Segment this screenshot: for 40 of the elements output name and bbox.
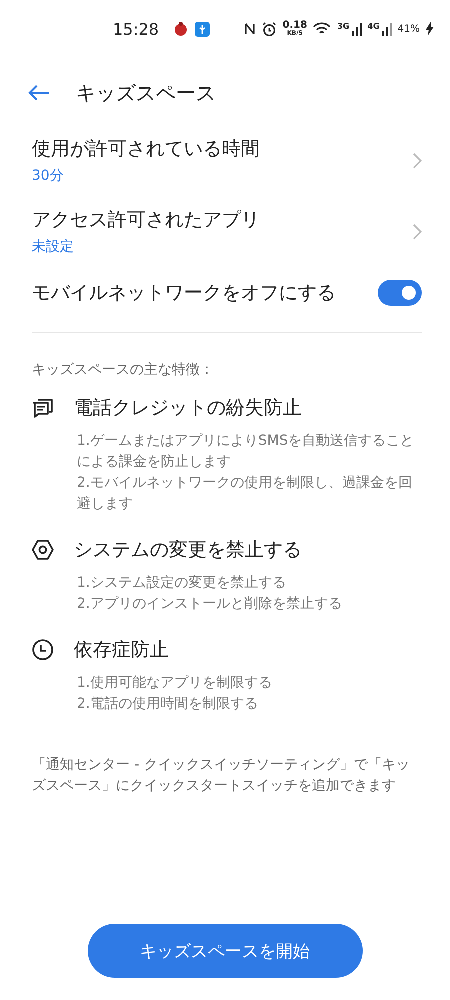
setting-label: 使用が許可されている時間 — [32, 137, 260, 162]
chevron-icon — [413, 152, 422, 168]
nfc-icon — [244, 22, 256, 36]
charging-icon — [426, 22, 434, 36]
settings-item[interactable]: 使用が許可されている時間 30分 — [32, 136, 422, 185]
setting-label: アクセス許可されたアプリ — [32, 208, 260, 233]
network-type: 4G — [368, 22, 380, 31]
toggle-switch[interactable] — [378, 280, 422, 306]
alarm-icon — [262, 22, 277, 36]
section-heading: キッズスペースの主な特徴： — [31, 361, 215, 380]
settings-item[interactable]: アクセス許可されたアプリ 未設定 — [32, 207, 422, 256]
network-type: 3G — [337, 22, 350, 31]
chevron-icon — [413, 224, 422, 240]
feature-description: 2.電話の使用時間を制限する — [77, 695, 260, 714]
speed-value: 0.18 — [282, 21, 308, 31]
hexagon-nut-icon — [32, 539, 54, 561]
feature-description: 1.ゲームまたはアプリによりSMSを自動送信することによる課金を防止します — [77, 432, 416, 472]
feature-title: システムの変更を禁止する — [74, 538, 302, 563]
battery-level: 41% — [398, 24, 420, 34]
back-icon[interactable] — [28, 85, 50, 101]
hint-text: 「通知センター - クイックスイッチソーティング」で「キッズスペース」にクイックスタートスイッチを追加できます — [31, 756, 411, 796]
clock-icon — [32, 639, 54, 661]
page-title: キッズスペース — [76, 80, 216, 106]
setting-label: モバイルネットワークをオフにする — [32, 281, 336, 306]
usb-icon — [195, 22, 210, 36]
feature-title: 電話クレジットの紛失防止 — [74, 396, 302, 421]
chat-icon — [32, 397, 54, 419]
feature-description: 2.モバイルネットワークの使用を制限し、過課金を回避します — [77, 474, 414, 514]
feature-title: 依存症防止 — [74, 638, 169, 663]
setting-value: 未設定 — [32, 238, 75, 256]
feature-description: 1.使用可能なアプリを制限する — [77, 674, 274, 693]
status-time: 15:28 — [113, 20, 160, 38]
signal-icon — [352, 22, 362, 36]
bug-icon — [173, 21, 190, 37]
start-button[interactable]: キッズスペースを開始 — [88, 924, 362, 978]
signal-icon — [382, 22, 392, 36]
feature-description: 2.アプリのインストールと削除を禁止する — [77, 595, 344, 614]
setting-value: 30分 — [32, 167, 65, 185]
feature-description: 1.システム設定の変更を禁止する — [77, 574, 288, 593]
wifi-icon — [313, 22, 332, 36]
